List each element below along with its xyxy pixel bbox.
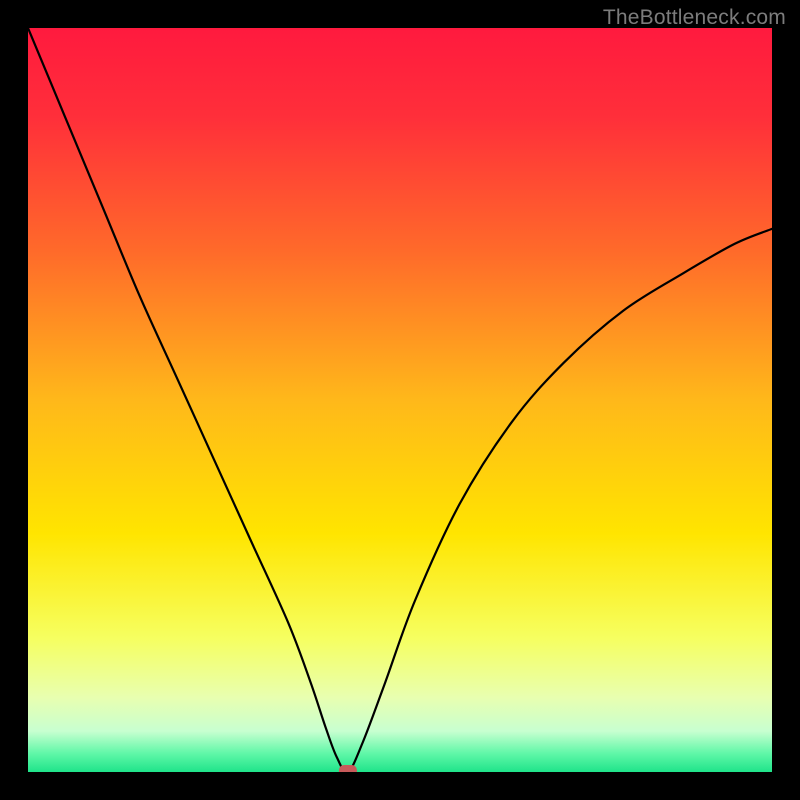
bottleneck-chart: [28, 28, 772, 772]
chart-background: [28, 28, 772, 772]
chart-frame: [28, 28, 772, 772]
watermark-text: TheBottleneck.com: [603, 6, 786, 30]
optimal-point-marker: [339, 765, 357, 772]
